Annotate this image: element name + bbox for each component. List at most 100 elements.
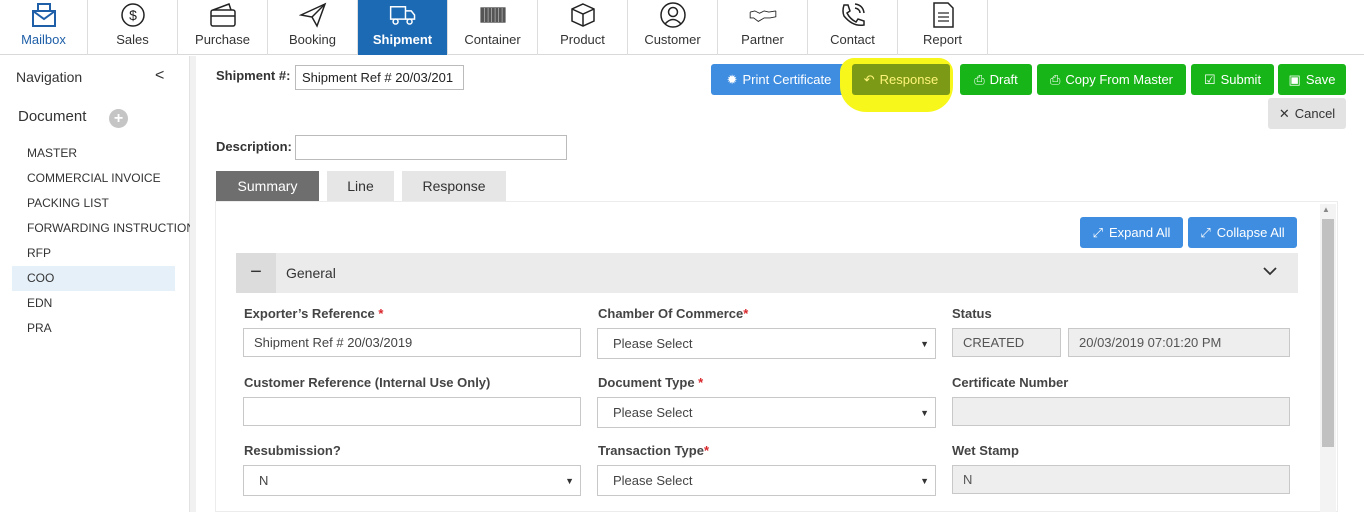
sidebar-item-rfp[interactable]: RFP xyxy=(12,241,187,266)
nav-partner-label: Partner xyxy=(741,32,784,47)
sidebar: Navigation < Document + MASTER COMMERCIA… xyxy=(0,56,195,512)
nav-purchase-label: Purchase xyxy=(195,32,250,47)
document-type-label: Document Type * xyxy=(598,375,703,390)
nav-sales-label: Sales xyxy=(116,32,149,47)
expand-all-button[interactable]: ⤢ Expand All xyxy=(1080,217,1183,248)
sidebar-divider xyxy=(190,56,196,512)
collapse-icon[interactable]: < xyxy=(155,67,164,85)
wet-stamp-value: N xyxy=(952,465,1290,494)
nav-sales[interactable]: $ Sales xyxy=(88,0,178,55)
nav-product-label: Product xyxy=(560,32,605,47)
cancel-button[interactable]: ✕ Cancel xyxy=(1268,98,1346,129)
report-icon xyxy=(932,2,954,28)
submit-button[interactable]: ☑ Submit xyxy=(1191,64,1274,95)
sidebar-item-pra[interactable]: PRA xyxy=(12,316,187,341)
nav-customer[interactable]: Customer xyxy=(628,0,718,55)
phone-icon xyxy=(841,3,865,27)
copy-from-master-button[interactable]: ⎙ Copy From Master xyxy=(1037,64,1186,95)
customer-reference-label-note: (Internal Use Only) xyxy=(374,375,491,390)
cancel-label: Cancel xyxy=(1294,106,1336,121)
expand-all-label: Expand All xyxy=(1108,225,1171,240)
resubmission-select[interactable]: N ▼ xyxy=(243,465,581,496)
certificate-number-input xyxy=(952,397,1290,426)
transaction-type-select[interactable]: Please Select ▼ xyxy=(597,465,936,496)
certificate-number-label: Certificate Number xyxy=(952,375,1069,390)
copy-from-master-label: Copy From Master xyxy=(1065,72,1174,87)
dropdown-arrow-icon: ▼ xyxy=(565,476,574,486)
printer-icon: ⎙ xyxy=(974,71,985,87)
chamber-of-commerce-label: Chamber Of Commerce* xyxy=(598,306,748,321)
sidebar-item-master[interactable]: MASTER xyxy=(12,141,187,166)
sidebar-item-packing-list[interactable]: PACKING LIST xyxy=(12,191,187,216)
exporters-reference-label-text: Exporter’s Reference xyxy=(244,306,375,321)
expand-icon: ⤢ xyxy=(1092,224,1103,240)
description-input[interactable] xyxy=(295,135,567,160)
required-marker: * xyxy=(378,306,384,321)
sidebar-item-coo[interactable]: COO xyxy=(12,266,175,291)
nav-shipment[interactable]: Shipment xyxy=(358,0,448,55)
nav-purchase[interactable]: Purchase xyxy=(178,0,268,55)
nav-product[interactable]: Product xyxy=(538,0,628,55)
customer-reference-input[interactable] xyxy=(243,397,581,426)
nav-partner[interactable]: Partner xyxy=(718,0,808,55)
nav-customer-label: Customer xyxy=(644,32,701,47)
status-value: CREATED xyxy=(952,328,1061,357)
chevron-down-icon[interactable] xyxy=(1262,263,1278,284)
add-document-icon[interactable]: + xyxy=(109,109,128,128)
description-label: Description: xyxy=(216,139,292,154)
nav-mailbox[interactable]: Mailbox xyxy=(0,0,88,55)
resubmission-value: N xyxy=(259,473,269,488)
sidebar-item-edn[interactable]: EDN xyxy=(12,291,187,316)
shipment-number-input[interactable]: Shipment Ref # 20/03/201 xyxy=(295,65,464,90)
nav-report[interactable]: Report xyxy=(898,0,988,55)
tab-line[interactable]: Line xyxy=(327,171,394,201)
minus-icon[interactable]: − xyxy=(236,253,276,293)
required-marker: * xyxy=(703,443,710,458)
scrollbar-thumb[interactable] xyxy=(1322,219,1334,447)
floppy-icon: ▣ xyxy=(1288,71,1301,87)
save-label: Save xyxy=(1305,72,1336,87)
response-button[interactable]: ↶ Response xyxy=(852,64,950,95)
tab-response[interactable]: Response xyxy=(402,171,506,201)
svg-text:$: $ xyxy=(129,7,137,23)
print-certificate-button[interactable]: ✹ Print Certificate xyxy=(711,64,847,95)
gear-icon: ✹ xyxy=(726,71,738,87)
document-type-select[interactable]: Please Select ▼ xyxy=(597,397,936,428)
sidebar-item-commercial-invoice[interactable]: COMMERCIAL INVOICE xyxy=(12,166,187,191)
box-icon xyxy=(570,3,595,27)
tab-summary[interactable]: Summary xyxy=(216,171,319,201)
section-title: General xyxy=(286,265,336,281)
collapse-all-button[interactable]: ⤢ Collapse All xyxy=(1188,217,1297,248)
collapse-all-label: Collapse All xyxy=(1216,225,1285,240)
transaction-type-label: Transaction Type* xyxy=(598,443,709,458)
scroll-up-icon[interactable]: ▲ xyxy=(1322,205,1330,214)
paper-plane-icon xyxy=(298,2,326,28)
user-icon xyxy=(659,2,686,28)
save-button[interactable]: ▣ Save xyxy=(1278,64,1346,95)
close-icon: ✕ xyxy=(1278,105,1290,121)
exporters-reference-input[interactable]: Shipment Ref # 20/03/2019 xyxy=(243,328,581,357)
transaction-type-value: Please Select xyxy=(613,473,693,488)
container-icon xyxy=(479,7,506,23)
draft-label: Draft xyxy=(989,72,1018,87)
nav-booking[interactable]: Booking xyxy=(268,0,358,55)
chamber-of-commerce-value: Please Select xyxy=(613,336,693,351)
nav-mailbox-label: Mailbox xyxy=(21,32,66,47)
expand-icon: ⤢ xyxy=(1200,224,1211,240)
nav-container[interactable]: Container xyxy=(448,0,538,55)
draft-button[interactable]: ⎙ Draft xyxy=(960,64,1032,95)
dropdown-arrow-icon: ▼ xyxy=(920,339,929,349)
dropdown-arrow-icon: ▼ xyxy=(920,476,929,486)
section-general-header[interactable]: − General xyxy=(236,253,1298,293)
chamber-of-commerce-select[interactable]: Please Select ▼ xyxy=(597,328,936,359)
print-certificate-label: Print Certificate xyxy=(742,72,832,87)
required-marker: * xyxy=(698,375,704,390)
sidebar-item-forwarding-instruction[interactable]: FORWARDING INSTRUCTION xyxy=(12,216,195,241)
sidebar-title: Navigation xyxy=(16,69,83,85)
nav-booking-label: Booking xyxy=(289,32,336,47)
shipment-number-label: Shipment #: xyxy=(216,68,291,83)
reply-icon: ↶ xyxy=(863,71,875,87)
resubmission-label: Resubmission? xyxy=(244,443,341,458)
nav-contact[interactable]: Contact xyxy=(808,0,898,55)
status-label: Status xyxy=(952,306,992,321)
